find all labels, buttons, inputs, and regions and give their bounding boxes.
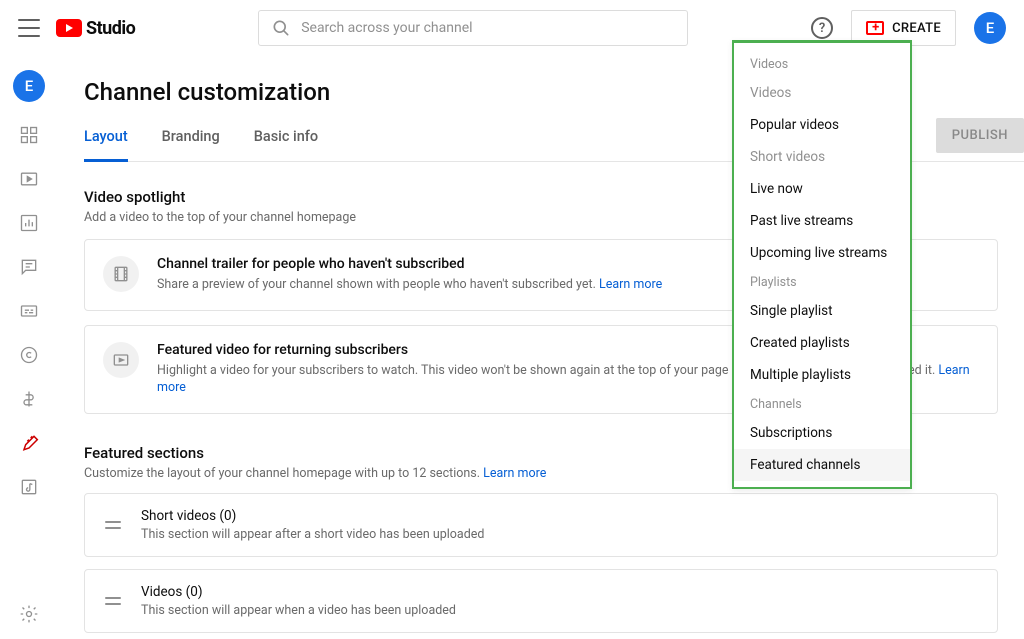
logo[interactable]: Studio — [56, 18, 135, 39]
tab-layout[interactable]: Layout — [84, 124, 128, 162]
tab-basic-info[interactable]: Basic info — [254, 124, 318, 161]
search-placeholder: Search across your channel — [301, 20, 472, 36]
learn-more-link[interactable]: Learn more — [599, 277, 662, 292]
dropdown-item[interactable]: Upcoming live streams — [734, 237, 910, 269]
row-title: Videos (0) — [141, 584, 456, 600]
dropdown-item[interactable]: Live now — [734, 173, 910, 205]
sidebar: E — [0, 56, 58, 639]
dashboard-icon[interactable] — [18, 124, 40, 146]
help-icon[interactable]: ? — [811, 17, 833, 39]
dropdown-item-featured-channels[interactable]: Featured channels — [734, 449, 910, 481]
content-icon[interactable] — [18, 168, 40, 190]
dropdown-header-channels: Channels — [734, 391, 910, 417]
dropdown-item: Short videos — [734, 141, 910, 173]
subtitles-icon[interactable] — [18, 300, 40, 322]
dropdown-item[interactable]: Created playlists — [734, 327, 910, 359]
dropdown-item[interactable]: Subscriptions — [734, 417, 910, 449]
dropdown-item[interactable]: Popular videos — [734, 109, 910, 141]
menu-icon[interactable] — [18, 19, 40, 37]
add-section-dropdown: Videos Videos Popular videos Short video… — [732, 40, 912, 489]
settings-icon[interactable] — [18, 603, 40, 625]
dropdown-item[interactable]: Multiple playlists — [734, 359, 910, 391]
drag-handle-icon[interactable] — [103, 597, 123, 605]
logo-text: Studio — [86, 18, 135, 39]
dropdown-item: Videos — [734, 77, 910, 109]
dropdown-header-playlists: Playlists — [734, 269, 910, 295]
audio-library-icon[interactable] — [18, 476, 40, 498]
monetization-icon[interactable] — [18, 388, 40, 410]
account-avatar[interactable]: E — [974, 12, 1006, 44]
drag-handle-icon[interactable] — [103, 521, 123, 529]
channel-avatar[interactable]: E — [13, 70, 45, 102]
youtube-icon — [56, 19, 82, 37]
film-icon — [103, 256, 139, 292]
card-title: Channel trailer for people who haven't s… — [157, 256, 662, 272]
analytics-icon[interactable] — [18, 212, 40, 234]
search-icon — [271, 18, 291, 38]
card-desc: Share a preview of your channel shown wi… — [157, 276, 662, 294]
video-icon — [103, 342, 139, 378]
section-row-videos[interactable]: Videos (0) This section will appear when… — [84, 569, 998, 633]
row-sub: This section will appear after a short v… — [141, 527, 484, 542]
publish-button[interactable]: PUBLISH — [936, 118, 1024, 153]
dropdown-item[interactable]: Single playlist — [734, 295, 910, 327]
row-title: Short videos (0) — [141, 508, 484, 524]
tab-branding[interactable]: Branding — [162, 124, 220, 161]
row-sub: This section will appear when a video ha… — [141, 603, 456, 618]
copyright-icon[interactable] — [18, 344, 40, 366]
create-label: CREATE — [892, 21, 941, 36]
dropdown-item[interactable]: Past live streams — [734, 205, 910, 237]
section-row-short-videos[interactable]: Short videos (0) This section will appea… — [84, 493, 998, 557]
search-input[interactable]: Search across your channel — [258, 10, 688, 46]
comments-icon[interactable] — [18, 256, 40, 278]
customization-icon[interactable] — [18, 432, 40, 454]
create-icon — [866, 21, 884, 35]
learn-more-link[interactable]: Learn more — [483, 466, 546, 481]
dropdown-header-videos: Videos — [734, 51, 910, 77]
